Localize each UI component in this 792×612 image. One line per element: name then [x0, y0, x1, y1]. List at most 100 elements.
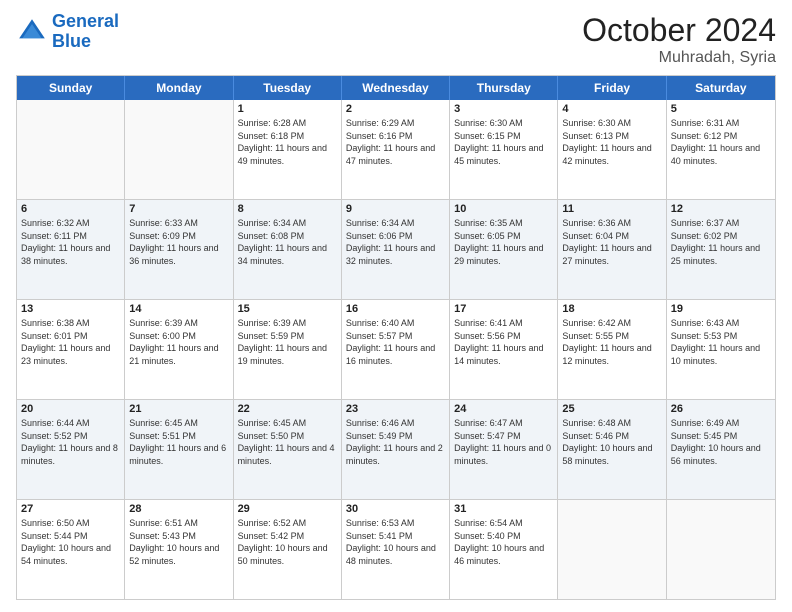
day-number: 4: [562, 103, 661, 115]
day-number: 19: [671, 303, 771, 315]
weekday-header: Saturday: [667, 76, 775, 100]
day-info: Sunrise: 6:40 AM Sunset: 5:57 PM Dayligh…: [346, 317, 445, 367]
calendar-cell: 7 Sunrise: 6:33 AM Sunset: 6:09 PM Daylig…: [125, 200, 233, 299]
day-number: 22: [238, 403, 337, 415]
day-number: 28: [129, 503, 228, 515]
calendar-cell: 2Sunrise: 6:29 AM Sunset: 6:16 PM Daylig…: [342, 100, 450, 199]
calendar-cell: 23 Sunrise: 6:46 AM Sunset: 5:49 PM Dayli…: [342, 400, 450, 499]
day-number: 14: [129, 303, 228, 315]
calendar-cell: [17, 100, 125, 199]
calendar-cell: 1Sunrise: 6:28 AM Sunset: 6:18 PM Daylig…: [234, 100, 342, 199]
title-block: October 2024 Muhradah, Syria: [582, 12, 776, 67]
day-info: Sunrise: 6:45 AM Sunset: 5:50 PM Dayligh…: [238, 417, 337, 467]
day-number: 31: [454, 503, 553, 515]
day-info: Sunrise: 6:52 AM Sunset: 5:42 PM Dayligh…: [238, 517, 337, 567]
day-number: 24: [454, 403, 553, 415]
day-number: 16: [346, 303, 445, 315]
day-info: Sunrise: 6:33 AM Sunset: 6:09 PM Dayligh…: [129, 217, 228, 267]
calendar-cell: 18 Sunrise: 6:42 AM Sunset: 5:55 PM Dayli…: [558, 300, 666, 399]
calendar-cell: 20Sunrise: 6:44 AM Sunset: 5:52 PM Dayli…: [17, 400, 125, 499]
day-number: 21: [129, 403, 228, 415]
calendar-cell: 21Sunrise: 6:45 AM Sunset: 5:51 PM Dayli…: [125, 400, 233, 499]
calendar-cell: 9 Sunrise: 6:34 AM Sunset: 6:06 PM Daylig…: [342, 200, 450, 299]
month-title: October 2024: [582, 12, 776, 49]
calendar-cell: 16 Sunrise: 6:40 AM Sunset: 5:57 PM Dayli…: [342, 300, 450, 399]
page: General Blue October 2024 Muhradah, Syri…: [0, 0, 792, 612]
weekday-header: Friday: [558, 76, 666, 100]
day-info: Sunrise: 6:39 AM Sunset: 6:00 PM Dayligh…: [129, 317, 228, 367]
day-info: Sunrise: 6:48 AM Sunset: 5:46 PM Dayligh…: [562, 417, 661, 467]
day-info: Sunrise: 6:38 AM Sunset: 6:01 PM Dayligh…: [21, 317, 120, 367]
calendar-row: 20Sunrise: 6:44 AM Sunset: 5:52 PM Dayli…: [17, 399, 775, 499]
day-number: 29: [238, 503, 337, 515]
calendar-cell: 11Sunrise: 6:36 AM Sunset: 6:04 PM Dayli…: [558, 200, 666, 299]
day-number: 7: [129, 203, 228, 215]
day-info: Sunrise: 6:44 AM Sunset: 5:52 PM Dayligh…: [21, 417, 120, 467]
day-number: 18: [562, 303, 661, 315]
logo-icon: [16, 16, 48, 48]
day-number: 23: [346, 403, 445, 415]
day-number: 3: [454, 103, 553, 115]
calendar-body: 1Sunrise: 6:28 AM Sunset: 6:18 PM Daylig…: [17, 100, 775, 599]
calendar-cell: 28Sunrise: 6:51 AM Sunset: 5:43 PM Dayli…: [125, 500, 233, 599]
day-number: 6: [21, 203, 120, 215]
day-info: Sunrise: 6:47 AM Sunset: 5:47 PM Dayligh…: [454, 417, 553, 467]
day-info: Sunrise: 6:46 AM Sunset: 5:49 PM Dayligh…: [346, 417, 445, 467]
calendar-cell: 8Sunrise: 6:34 AM Sunset: 6:08 PM Daylig…: [234, 200, 342, 299]
day-number: 9: [346, 203, 445, 215]
weekday-header: Sunday: [17, 76, 125, 100]
day-info: Sunrise: 6:32 AM Sunset: 6:11 PM Dayligh…: [21, 217, 120, 267]
day-info: Sunrise: 6:49 AM Sunset: 5:45 PM Dayligh…: [671, 417, 771, 467]
day-number: 8: [238, 203, 337, 215]
day-info: Sunrise: 6:30 AM Sunset: 6:13 PM Dayligh…: [562, 117, 661, 167]
day-info: Sunrise: 6:36 AM Sunset: 6:04 PM Dayligh…: [562, 217, 661, 267]
day-info: Sunrise: 6:37 AM Sunset: 6:02 PM Dayligh…: [671, 217, 771, 267]
logo-text: General Blue: [52, 12, 119, 52]
calendar-cell: 6 Sunrise: 6:32 AM Sunset: 6:11 PM Daylig…: [17, 200, 125, 299]
calendar-cell: 19Sunrise: 6:43 AM Sunset: 5:53 PM Dayli…: [667, 300, 775, 399]
day-info: Sunrise: 6:42 AM Sunset: 5:55 PM Dayligh…: [562, 317, 661, 367]
weekday-header: Tuesday: [234, 76, 342, 100]
day-number: 17: [454, 303, 553, 315]
day-number: 10: [454, 203, 553, 215]
calendar-cell: 29 Sunrise: 6:52 AM Sunset: 5:42 PM Dayli…: [234, 500, 342, 599]
calendar-cell: 30 Sunrise: 6:53 AM Sunset: 5:41 PM Dayli…: [342, 500, 450, 599]
day-info: Sunrise: 6:35 AM Sunset: 6:05 PM Dayligh…: [454, 217, 553, 267]
day-info: Sunrise: 6:39 AM Sunset: 5:59 PM Dayligh…: [238, 317, 337, 367]
calendar-cell: 25Sunrise: 6:48 AM Sunset: 5:46 PM Dayli…: [558, 400, 666, 499]
day-number: 15: [238, 303, 337, 315]
calendar-cell: [558, 500, 666, 599]
day-number: 26: [671, 403, 771, 415]
calendar-row: 1Sunrise: 6:28 AM Sunset: 6:18 PM Daylig…: [17, 100, 775, 199]
calendar-cell: 26 Sunrise: 6:49 AM Sunset: 5:45 PM Dayli…: [667, 400, 775, 499]
calendar: SundayMondayTuesdayWednesdayThursdayFrid…: [16, 75, 776, 600]
calendar-cell: 4 Sunrise: 6:30 AM Sunset: 6:13 PM Daylig…: [558, 100, 666, 199]
logo-line1: General: [52, 11, 119, 31]
day-info: Sunrise: 6:28 AM Sunset: 6:18 PM Dayligh…: [238, 117, 337, 167]
calendar-cell: 13 Sunrise: 6:38 AM Sunset: 6:01 PM Dayli…: [17, 300, 125, 399]
calendar-cell: 22 Sunrise: 6:45 AM Sunset: 5:50 PM Dayli…: [234, 400, 342, 499]
calendar-row: 27Sunrise: 6:50 AM Sunset: 5:44 PM Dayli…: [17, 499, 775, 599]
calendar-cell: 14 Sunrise: 6:39 AM Sunset: 6:00 PM Dayli…: [125, 300, 233, 399]
location-title: Muhradah, Syria: [582, 49, 776, 67]
day-number: 5: [671, 103, 771, 115]
calendar-cell: 5Sunrise: 6:31 AM Sunset: 6:12 PM Daylig…: [667, 100, 775, 199]
calendar-cell: [667, 500, 775, 599]
calendar-header: SundayMondayTuesdayWednesdayThursdayFrid…: [17, 76, 775, 100]
day-number: 13: [21, 303, 120, 315]
day-number: 30: [346, 503, 445, 515]
day-info: Sunrise: 6:50 AM Sunset: 5:44 PM Dayligh…: [21, 517, 120, 567]
logo-line2: Blue: [52, 31, 91, 51]
calendar-cell: 10 Sunrise: 6:35 AM Sunset: 6:05 PM Dayli…: [450, 200, 558, 299]
calendar-row: 13 Sunrise: 6:38 AM Sunset: 6:01 PM Dayli…: [17, 299, 775, 399]
calendar-row: 6 Sunrise: 6:32 AM Sunset: 6:11 PM Daylig…: [17, 199, 775, 299]
day-info: Sunrise: 6:53 AM Sunset: 5:41 PM Dayligh…: [346, 517, 445, 567]
calendar-cell: 24 Sunrise: 6:47 AM Sunset: 5:47 PM Dayli…: [450, 400, 558, 499]
calendar-cell: 27Sunrise: 6:50 AM Sunset: 5:44 PM Dayli…: [17, 500, 125, 599]
day-info: Sunrise: 6:30 AM Sunset: 6:15 PM Dayligh…: [454, 117, 553, 167]
weekday-header: Monday: [125, 76, 233, 100]
calendar-cell: 31Sunrise: 6:54 AM Sunset: 5:40 PM Dayli…: [450, 500, 558, 599]
day-number: 12: [671, 203, 771, 215]
day-info: Sunrise: 6:34 AM Sunset: 6:06 PM Dayligh…: [346, 217, 445, 267]
calendar-cell: 17Sunrise: 6:41 AM Sunset: 5:56 PM Dayli…: [450, 300, 558, 399]
